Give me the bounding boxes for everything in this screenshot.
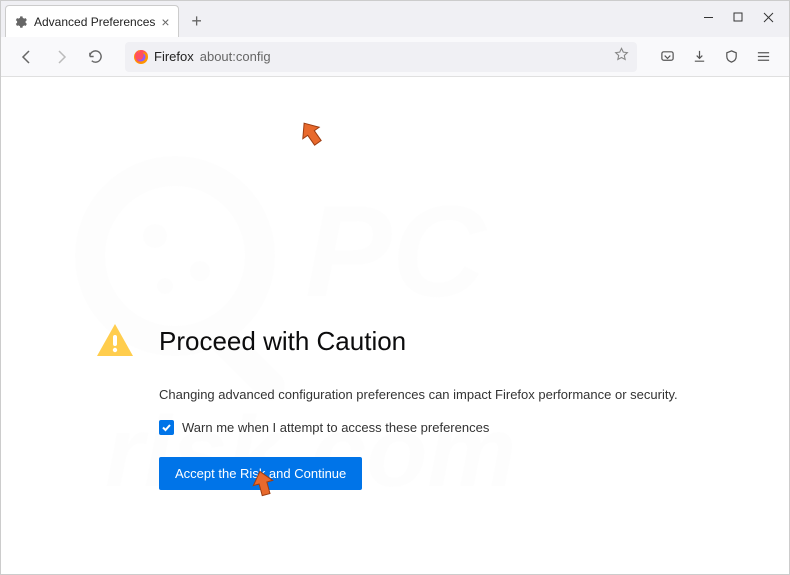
forward-button[interactable] [47,43,75,71]
annotation-arrow-icon [249,469,277,497]
browser-window: Advanced Preferences × + Firefox about:c… [0,0,790,575]
bookmark-star-icon[interactable] [614,47,629,67]
checkbox-checked-icon[interactable] [159,420,174,435]
back-button[interactable] [13,43,41,71]
annotation-arrow-icon [297,119,325,147]
url-app-label: Firefox [154,49,194,64]
maximize-button[interactable] [723,5,753,29]
warning-description: Changing advanced configuration preferen… [159,387,695,402]
close-tab-icon[interactable]: × [161,14,169,30]
warning-title: Proceed with Caution [159,326,406,357]
firefox-icon [133,49,149,65]
close-button[interactable] [753,5,783,29]
svg-text:PC: PC [305,178,488,324]
warn-checkbox-row[interactable]: Warn me when I attempt to access these p… [159,420,695,435]
shield-icon[interactable] [717,43,745,71]
new-tab-button[interactable]: + [183,7,211,35]
url-text: about:config [200,49,271,64]
url-bar[interactable]: Firefox about:config [125,42,637,72]
window-controls [693,5,783,29]
warning-icon [95,321,135,361]
gear-icon [14,15,28,29]
toolbar: Firefox about:config [1,37,789,77]
downloads-icon[interactable] [685,43,713,71]
checkbox-label: Warn me when I attempt to access these p… [182,420,489,435]
minimize-button[interactable] [693,5,723,29]
url-identity: Firefox [133,49,194,65]
pocket-icon[interactable] [653,43,681,71]
tab-bar: Advanced Preferences × + [1,1,789,37]
menu-icon[interactable] [749,43,777,71]
browser-tab[interactable]: Advanced Preferences × [5,5,179,37]
caution-dialog: Proceed with Caution Changing advanced c… [95,321,695,490]
reload-button[interactable] [81,43,109,71]
content-area: PCrisk.com Proceed with Caution Changing… [1,77,789,574]
tab-title: Advanced Preferences [34,15,155,29]
